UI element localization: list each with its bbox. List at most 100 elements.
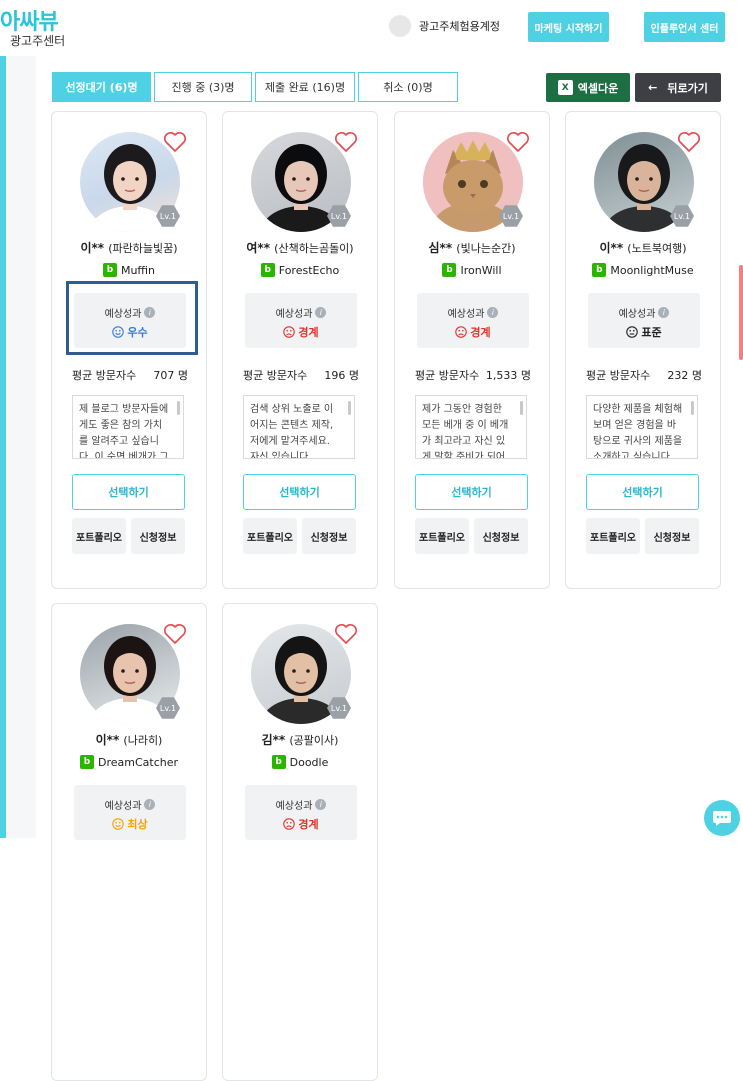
blog-name: Muffin	[120, 263, 156, 277]
info-icon[interactable]: i	[487, 307, 499, 318]
nickname: (산책하는곰돌이)	[274, 242, 354, 255]
naver-blog-icon: b	[102, 263, 117, 277]
nickname: (파란하늘빛꿈)	[108, 242, 178, 255]
chat-button[interactable]	[704, 800, 740, 836]
chat-icon	[713, 811, 731, 826]
message-scrollbar[interactable]	[520, 401, 523, 415]
portfolio-button[interactable]: 포트폴리오	[415, 518, 469, 554]
account-avatar[interactable]	[389, 15, 411, 37]
influencer-card: Lv.1 심** (빛나는순간) b IronWill 예상성과 i 경계 평균 방문자수 1,…	[394, 111, 550, 589]
application-message[interactable]: 검색 상위 노출로 이어지는 콘텐츠 제작, 저에게 맡겨주세요. 자신 있습니…	[243, 395, 355, 459]
blog-name: Doodle	[289, 755, 329, 769]
application-info-button[interactable]: 신청정보	[474, 518, 528, 554]
message-text: 제 블로그 방문자들에게도 좋은 참의 가치를 알려주고 싶습니다. 이 순면 …	[79, 404, 169, 459]
message-scrollbar[interactable]	[348, 401, 351, 415]
portfolio-button[interactable]: 포트폴리오	[72, 518, 126, 554]
side-panel	[6, 56, 36, 838]
account-name[interactable]: 광고주체험용계정	[419, 18, 500, 34]
expected-performance: 예상성과 i 경계	[245, 293, 357, 348]
influencer-center-button[interactable]: 인플루언서 센터	[644, 12, 725, 42]
blog-link[interactable]: b IronWill	[395, 263, 549, 277]
naver-blog-icon: b	[442, 263, 457, 277]
performance-face-icon	[626, 326, 639, 338]
select-button[interactable]: 선택하기	[72, 474, 185, 510]
average-visitors: 평균 방문자수 232 명	[586, 367, 702, 383]
performance-label: 예상성과	[275, 801, 313, 812]
visitors-label: 평균 방문자수	[72, 369, 137, 382]
performance-value: 경계	[298, 818, 319, 831]
application-info-button[interactable]: 신청정보	[131, 518, 185, 554]
influencer-name: 이** (노트북여행)	[566, 239, 720, 256]
visitors-count: 196 명	[324, 369, 359, 382]
blog-link[interactable]: b Muffin	[52, 263, 206, 277]
average-visitors: 평균 방문자수 1,533 명	[415, 367, 531, 383]
blog-link[interactable]: b Doodle	[223, 755, 377, 769]
expected-performance: 예상성과 i 표준	[588, 293, 700, 348]
performance-value: 경계	[470, 326, 491, 339]
performance-value: 경계	[298, 326, 319, 339]
visitors-label: 평균 방문자수	[243, 369, 308, 382]
influencer-card: Lv.1 김** (공팔이사) b Doodle 예상성과 i 경계	[222, 603, 378, 1081]
influencer-name: 이** (파란하늘빛꿈)	[52, 239, 206, 256]
portfolio-button[interactable]: 포트폴리오	[243, 518, 297, 554]
application-message[interactable]: 제가 그동안 경험한 모든 베개 중 이 베개가 최고라고 자신 있게 말할 준…	[415, 395, 527, 459]
influencer-card: Lv.1 이** (노트북여행) b MoonlightMuse 예상성과 i 표준 평균 방…	[565, 111, 721, 589]
tab-submitted[interactable]: 제출 완료 (16)명	[255, 72, 355, 102]
message-scrollbar[interactable]	[691, 401, 694, 415]
portfolio-button[interactable]: 포트폴리오	[586, 518, 640, 554]
blog-name: DreamCatcher	[97, 755, 179, 769]
visitors-count: 1,533 명	[485, 369, 531, 382]
blog-link[interactable]: b MoonlightMuse	[566, 263, 720, 277]
application-message[interactable]: 제 블로그 방문자들에게도 좋은 참의 가치를 알려주고 싶습니다. 이 순면 …	[72, 395, 184, 459]
account-info[interactable]: 광고주체험용계정	[389, 15, 500, 37]
info-icon[interactable]: i	[315, 307, 327, 318]
application-info-button[interactable]: 신청정보	[645, 518, 699, 554]
influencer-name: 심** (빛나는순간)	[395, 239, 549, 256]
average-visitors: 평균 방문자수 707 명	[72, 367, 188, 383]
info-icon[interactable]: i	[144, 799, 156, 810]
naver-blog-icon: b	[271, 755, 286, 769]
nickname: (빛나는순간)	[456, 242, 516, 255]
application-info-button[interactable]: 신청정보	[302, 518, 356, 554]
masked-name: 여**	[246, 241, 270, 255]
nickname: (나라히)	[123, 734, 163, 747]
back-label: 뒤로가기	[667, 81, 708, 95]
info-icon[interactable]: i	[315, 799, 327, 810]
visitors-count: 232 명	[667, 369, 702, 382]
nickname: (공팔이사)	[289, 734, 339, 747]
naver-blog-icon: b	[260, 263, 275, 277]
tab-in-progress[interactable]: 진행 중 (3)명	[154, 72, 252, 102]
info-icon[interactable]: i	[658, 307, 670, 318]
message-scrollbar[interactable]	[177, 401, 180, 415]
influencer-name: 이** (나라히)	[52, 731, 206, 748]
scroll-indicator[interactable]	[739, 265, 743, 360]
tab-cancelled[interactable]: 취소 (0)명	[358, 72, 458, 102]
influencer-card: Lv.1 여** (산책하는곰돌이) b ForestEcho 예상성과 i 경계 평균 방문…	[222, 111, 378, 589]
excel-download-label: 엑셀다운	[577, 81, 619, 95]
back-button[interactable]: ← 뒤로가기	[635, 73, 721, 102]
select-button[interactable]: 선택하기	[415, 474, 528, 510]
nickname: (노트북여행)	[627, 242, 687, 255]
application-message[interactable]: 다양한 제품을 체험해보며 얻은 경험을 바탕으로 귀사의 제품을 소개하고 싶…	[586, 395, 698, 459]
expected-performance: 예상성과 i 경계	[245, 785, 357, 840]
influencer-name: 김** (공팔이사)	[223, 731, 377, 748]
header: 아싸뷰 광고주센터 광고주체험용계정 마케팅 시작하기 인플루언서 센터	[0, 0, 743, 56]
blog-name: IronWill	[460, 263, 502, 277]
blog-name: ForestEcho	[278, 263, 340, 277]
tab-pending[interactable]: 선정대기 (6)명	[52, 72, 151, 102]
status-tabs: 선정대기 (6)명 진행 중 (3)명 제출 완료 (16)명 취소 (0)명	[52, 72, 461, 102]
excel-download-button[interactable]: X 엑셀다운	[546, 73, 630, 102]
back-arrow-icon: ←	[648, 81, 658, 94]
performance-value: 표준	[641, 326, 662, 339]
message-text: 다양한 제품을 체험해보며 얻은 경험을 바탕으로 귀사의 제품을 소개하고 싶…	[593, 404, 683, 459]
start-marketing-button[interactable]: 마케팅 시작하기	[528, 12, 609, 42]
performance-face-icon	[112, 818, 125, 830]
message-text: 제가 그동안 경험한 모든 베개 중 이 베개가 최고라고 자신 있게 말할 준…	[422, 404, 509, 459]
blog-link[interactable]: b DreamCatcher	[52, 755, 206, 769]
visitors-label: 평균 방문자수	[586, 369, 651, 382]
naver-blog-icon: b	[79, 755, 94, 769]
performance-highlight-box	[66, 281, 198, 355]
select-button[interactable]: 선택하기	[586, 474, 699, 510]
blog-link[interactable]: b ForestEcho	[223, 263, 377, 277]
select-button[interactable]: 선택하기	[243, 474, 356, 510]
